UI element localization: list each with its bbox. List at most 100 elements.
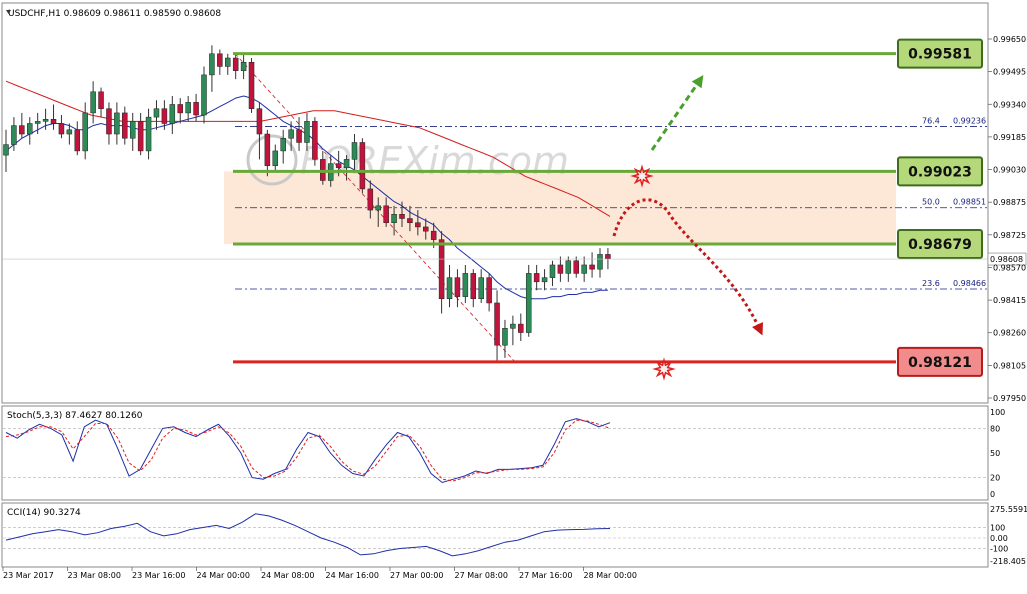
- candle: [201, 66, 207, 124]
- candle-body: [161, 108, 168, 124]
- cci-tick-label: 0.00: [990, 534, 1008, 543]
- candle-body: [486, 277, 492, 304]
- time-tick-label: 23 Mar 2017: [3, 571, 54, 580]
- chart-canvas: 76.4 0.99236 50.0 0.98851 23.6 0.98466 FOREXi…: [1, 2, 1027, 580]
- candle-body: [597, 254, 603, 270]
- candle-body: [201, 74, 207, 116]
- fib-value-label: 0.99236: [953, 116, 986, 125]
- level-label-box: 0.98121: [897, 346, 983, 377]
- candle-body: [415, 222, 421, 228]
- candle-body: [288, 129, 294, 139]
- price-tick-label: 0.99340: [993, 100, 1026, 109]
- stoch-tick-label: 50: [990, 449, 1000, 458]
- candle-body: [399, 214, 405, 219]
- candle-body: [502, 328, 508, 346]
- candle-body: [153, 108, 160, 118]
- candle-body: [525, 273, 532, 333]
- time-tick-label: 27 Mar 16:00: [519, 571, 572, 580]
- candle: [359, 138, 366, 194]
- candle-body: [359, 142, 366, 190]
- candle-body: [256, 108, 263, 135]
- cci-tick-label: 100: [990, 523, 1005, 532]
- candle-body: [177, 104, 183, 114]
- candle-body: [66, 129, 73, 135]
- candle-body: [122, 112, 128, 139]
- candle-body: [50, 118, 57, 124]
- candle-body: [470, 273, 477, 299]
- candle-body: [494, 302, 500, 346]
- time-tick-label: 27 Mar 08:00: [455, 571, 508, 580]
- level-label-box: 0.98679: [897, 229, 983, 260]
- level-label-text: 0.99581: [908, 47, 972, 63]
- candle-body: [383, 205, 389, 223]
- candle-body: [42, 118, 49, 122]
- time-tick-label: 23 Mar 08:00: [68, 571, 121, 580]
- candle-body: [581, 264, 587, 274]
- candle-body: [114, 112, 120, 135]
- candle-body: [240, 61, 247, 71]
- candle-body: [19, 125, 25, 135]
- fib-pct-label: 50.0: [922, 198, 940, 207]
- candle-body: [137, 121, 144, 152]
- candle-body: [335, 163, 342, 169]
- time-tick-label: 28 Mar 00:00: [584, 571, 637, 580]
- price-tick-label: 0.97950: [993, 394, 1026, 403]
- level-label-text: 0.98679: [908, 237, 972, 253]
- candle-body: [573, 260, 579, 274]
- candle-body: [98, 91, 104, 109]
- candle-body: [549, 264, 556, 278]
- price-tick-label: 0.98105: [993, 361, 1026, 370]
- cci-tick-label: -218.4051: [990, 557, 1027, 566]
- watermark-text: FOREXim.com: [300, 139, 569, 183]
- candle-body: [430, 230, 437, 240]
- candle-body: [518, 323, 524, 333]
- candle-body: [3, 144, 9, 156]
- candle: [525, 264, 532, 337]
- candle-body: [478, 277, 484, 299]
- candle-body: [296, 129, 302, 143]
- breakout-burst-icon: [630, 164, 654, 188]
- candle-body: [438, 239, 445, 299]
- time-tick-label: 27 Mar 00:00: [390, 571, 443, 580]
- candle-body: [565, 260, 572, 274]
- candle-body: [312, 121, 318, 160]
- stoch-label: Stoch(5,3,3) 87.4627 80.1260: [7, 411, 143, 421]
- candle-body: [169, 104, 176, 124]
- candle-body: [264, 133, 271, 166]
- symbol-header: USDCHF,H1 0.98609 0.98611 0.98590 0.9860…: [8, 9, 221, 19]
- cci-panel-frame: [1, 502, 989, 568]
- candle-body: [605, 254, 611, 259]
- candle-body: [90, 91, 96, 114]
- price-tick-label: 0.99650: [993, 35, 1026, 44]
- cci-label: CCI(14) 90.3274: [7, 508, 81, 518]
- candle-body: [225, 57, 231, 67]
- candle-body: [209, 53, 215, 76]
- price-tick-label: 0.98415: [993, 296, 1026, 305]
- candle-body: [407, 218, 413, 223]
- price-tick-label: 0.98725: [993, 231, 1026, 240]
- time-tick-label: 24 Mar 00:00: [197, 571, 250, 580]
- candle-body: [557, 264, 564, 274]
- candle-body: [248, 61, 255, 109]
- candle-body: [193, 102, 199, 116]
- cci-tick-label: -100: [990, 545, 1008, 554]
- candle-body: [351, 142, 358, 160]
- candle-body: [74, 129, 81, 152]
- candle-body: [129, 121, 136, 139]
- time-tick-label: 24 Mar 08:00: [261, 571, 314, 580]
- time-tick-label: 23 Mar 16:00: [132, 571, 185, 580]
- candle-body: [375, 205, 381, 211]
- price-tick-label: 0.99030: [993, 166, 1026, 175]
- level-label-text: 0.99023: [908, 164, 972, 180]
- candle-body: [34, 121, 41, 124]
- candle-body: [304, 121, 310, 143]
- candle-body: [423, 226, 429, 232]
- time-tick-label: 24 Mar 16:00: [326, 571, 379, 580]
- candle: [248, 58, 255, 113]
- stoch-tick-label: 100: [990, 408, 1005, 417]
- candle-body: [27, 123, 33, 135]
- candle-body: [58, 123, 65, 135]
- candle-body: [82, 112, 88, 152]
- price-tick-label: 0.98875: [993, 198, 1026, 207]
- stoch-panel-frame: [1, 405, 989, 501]
